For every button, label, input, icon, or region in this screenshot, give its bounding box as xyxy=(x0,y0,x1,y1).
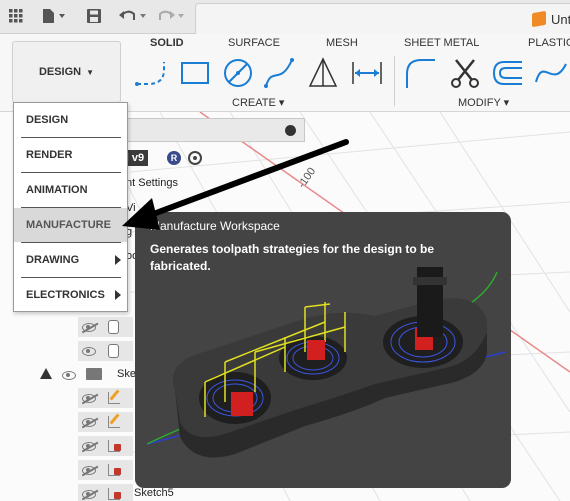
menu-item-electronics[interactable]: ELECTRONICS xyxy=(14,278,127,312)
workspace-label: DESIGN xyxy=(38,66,82,78)
body-icon xyxy=(108,320,119,334)
root-badge-icon: R xyxy=(167,151,181,165)
undo-icon[interactable] xyxy=(118,7,148,25)
menu-item-design[interactable]: DESIGN xyxy=(14,103,127,137)
workspace-tooltip: Manufacture Workspace Generates toolpath… xyxy=(135,212,511,488)
tab-surface[interactable]: SURFACE xyxy=(228,37,280,49)
menu-item-label: MANUFACTURE xyxy=(26,219,111,231)
tab-plastic[interactable]: PLASTIC xyxy=(528,37,570,49)
activate-radio-icon[interactable] xyxy=(188,151,202,165)
ribbon: DESIGN ▼ SOLID SURFACE MESH SHEET METAL … xyxy=(0,34,570,112)
workspace-menu: DESIGN RENDER ANIMATION MANUFACTURE DRAW… xyxy=(13,102,128,312)
visibility-off-icon[interactable] xyxy=(82,394,96,403)
menu-item-label: DRAWING xyxy=(26,254,80,266)
browser-panel-header xyxy=(110,118,305,142)
tree-row[interactable] xyxy=(78,436,133,456)
curve-tool-icon[interactable] xyxy=(533,56,567,90)
save-icon[interactable] xyxy=(86,7,102,25)
visibility-off-icon[interactable] xyxy=(82,442,96,451)
visibility-on-icon[interactable] xyxy=(82,347,96,356)
triangle-tool-icon[interactable] xyxy=(306,56,340,90)
menu-item-label: RENDER xyxy=(26,149,73,161)
sketches-folder-label[interactable]: Ske xyxy=(117,368,136,380)
tree-row[interactable] xyxy=(78,341,133,361)
sketch-locked-icon xyxy=(108,440,121,452)
chevron-down-icon: ▼ xyxy=(86,67,95,77)
tree-row[interactable] xyxy=(78,412,133,432)
toolpath-preview-image xyxy=(146,267,506,458)
menu-item-manufacture[interactable]: MANUFACTURE xyxy=(14,208,127,242)
fillet-tool-icon[interactable] xyxy=(403,56,437,90)
menu-item-label: ANIMATION xyxy=(26,184,88,196)
modify-label: MODIFY xyxy=(458,97,501,109)
tree-row[interactable] xyxy=(78,460,133,480)
collapse-panel-icon[interactable] xyxy=(285,125,296,136)
line-tool-icon[interactable] xyxy=(134,56,168,90)
tree-row[interactable] xyxy=(78,317,133,337)
sketch-locked-icon xyxy=(108,464,121,476)
visibility-off-icon[interactable] xyxy=(82,490,96,499)
file-icon[interactable] xyxy=(40,7,68,25)
sketch-edit-icon xyxy=(108,416,120,428)
tab-mesh[interactable]: MESH xyxy=(326,37,358,49)
circle-tool-icon[interactable] xyxy=(221,56,255,90)
menu-item-animation[interactable]: ANIMATION xyxy=(14,173,127,207)
spline-tool-icon[interactable] xyxy=(262,56,296,90)
submenu-arrow-icon xyxy=(115,290,121,300)
sketch-locked-icon xyxy=(108,488,121,500)
body-icon xyxy=(108,344,119,358)
sketch-edit-icon xyxy=(108,392,120,404)
folder-icon xyxy=(86,368,102,380)
create-group-label[interactable]: CREATE ▾ xyxy=(232,96,284,109)
document-tab[interactable]: Unt xyxy=(195,3,570,34)
tree-row[interactable] xyxy=(78,484,133,501)
visibility-off-icon[interactable] xyxy=(82,418,96,427)
modify-group-label[interactable]: MODIFY ▾ xyxy=(458,96,509,109)
tab-sheet-metal[interactable]: SHEET METAL xyxy=(404,37,479,49)
offset-tool-icon[interactable] xyxy=(490,56,524,90)
sketch-folder-warning-icon xyxy=(40,368,52,379)
tree-row[interactable] xyxy=(78,388,133,408)
ribbon-divider xyxy=(394,56,395,106)
workspace-switcher-button[interactable]: DESIGN ▼ xyxy=(12,41,121,103)
browser-row-settings[interactable]: nt Settings xyxy=(126,177,178,189)
document-title: Unt xyxy=(551,12,570,27)
dimension-tool-icon[interactable] xyxy=(350,56,384,90)
menu-item-label: DESIGN xyxy=(26,114,69,126)
tab-solid[interactable]: SOLID xyxy=(150,37,184,49)
redo-icon[interactable] xyxy=(156,7,186,25)
visibility-off-icon[interactable] xyxy=(82,323,96,332)
visibility-off-icon[interactable] xyxy=(82,466,96,475)
rectangle-tool-icon[interactable] xyxy=(178,56,212,90)
visibility-on-icon[interactable] xyxy=(62,371,76,380)
document-cube-icon xyxy=(532,10,546,28)
top-toolbar: Unt xyxy=(0,0,570,34)
trim-scissors-icon[interactable] xyxy=(448,56,482,90)
menu-item-label: ELECTRONICS xyxy=(26,289,105,301)
submenu-arrow-icon xyxy=(115,255,121,265)
sketch5-label[interactable]: Sketch5 xyxy=(134,487,174,499)
menu-item-render[interactable]: RENDER xyxy=(14,138,127,172)
grid-icon[interactable] xyxy=(8,7,24,25)
menu-item-drawing[interactable]: DRAWING xyxy=(14,243,127,277)
create-label: CREATE xyxy=(232,97,276,109)
